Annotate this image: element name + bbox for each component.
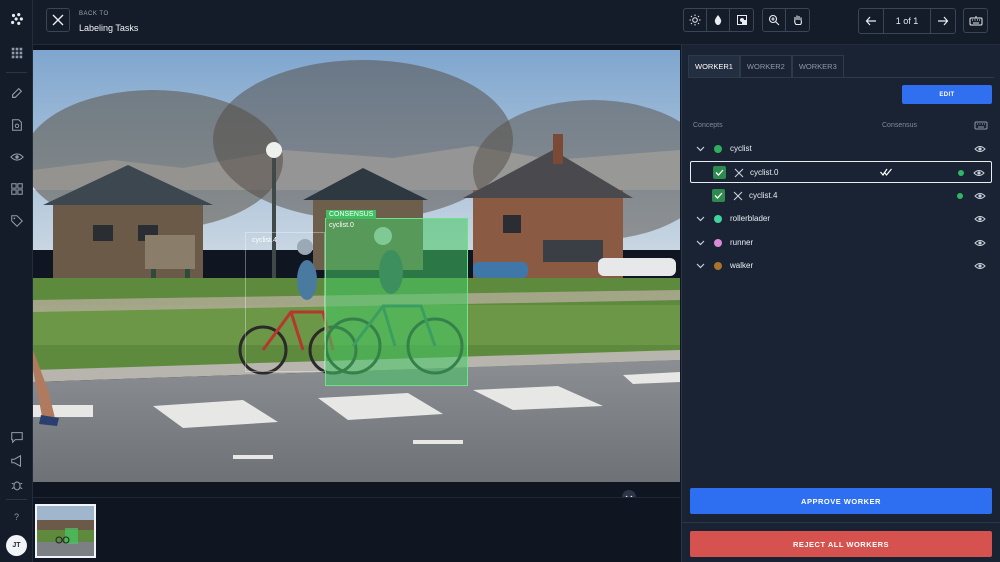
reject-instance-icon[interactable]	[733, 191, 743, 201]
keyboard-icon	[969, 15, 982, 25]
instance-checkbox[interactable]	[713, 166, 726, 179]
instance-label: cyclist.4	[749, 191, 778, 200]
apps-icon[interactable]	[8, 180, 25, 197]
arrow-left-icon	[865, 16, 876, 26]
back-to-label[interactable]: BACK TO	[79, 11, 109, 17]
image-canvas[interactable]: cyclist.4 CONSENSUS cyclist.0	[33, 50, 680, 482]
concept-label: rollerblader	[730, 214, 771, 223]
page-title[interactable]: Labeling Tasks	[79, 23, 138, 33]
grid-icon[interactable]	[8, 44, 25, 61]
zoom-button[interactable]	[763, 9, 786, 31]
reject-all-workers-button[interactable]: REJECT ALL WORKERS	[690, 531, 992, 557]
concept-row-rollerblader[interactable]: rollerblader	[690, 208, 992, 230]
page-counter: 1 of 1	[883, 9, 931, 33]
concept-label: walker	[730, 261, 754, 270]
arrow-right-icon	[938, 16, 949, 26]
tab-worker1[interactable]: WORKER1	[688, 55, 740, 77]
bug-icon[interactable]	[8, 476, 25, 493]
rail-divider	[6, 72, 27, 73]
megaphone-icon[interactable]	[8, 452, 25, 469]
edit-button[interactable]: EDIT	[902, 85, 992, 104]
eye-icon[interactable]	[8, 148, 25, 165]
edit-icon[interactable]	[8, 84, 25, 101]
concept-color-dot	[714, 145, 722, 153]
check-icon	[715, 169, 724, 176]
top-bar: BACK TO Labeling Tasks 1 of 1	[33, 0, 1000, 45]
reject-instance-icon[interactable]	[734, 168, 744, 178]
review-panel: WORKER1 WORKER2 WORKER3 EDIT Concepts Co…	[681, 45, 1000, 562]
concept-row-walker[interactable]: walker	[690, 255, 992, 277]
consensus-column-header: Consensus	[882, 122, 918, 129]
concept-row-cyclist[interactable]: cyclist	[690, 138, 992, 160]
eye-icon[interactable]	[974, 213, 986, 225]
bbox-cyclist-0[interactable]: CONSENSUS cyclist.0	[325, 210, 468, 386]
chevron-down-icon[interactable]	[696, 144, 705, 153]
instance-row-cyclist-0[interactable]: cyclist.0	[690, 161, 992, 183]
brightness-icon	[689, 14, 701, 26]
consensus-check-icon	[880, 168, 892, 177]
image-adjust-toolbar	[683, 8, 754, 32]
brightness-button[interactable]	[684, 9, 707, 31]
navigation-toolbar	[762, 8, 810, 32]
concept-label: runner	[730, 238, 754, 247]
eye-icon[interactable]	[974, 260, 986, 272]
bbox-cyclist-4[interactable]: cyclist.4	[245, 232, 325, 372]
keyboard-icon[interactable]	[974, 120, 988, 131]
document-search-icon[interactable]	[8, 116, 25, 133]
zoom-in-icon	[768, 14, 780, 26]
left-rail: ? JT	[0, 0, 33, 562]
drop-icon	[714, 15, 722, 25]
instance-row-cyclist-4[interactable]: cyclist.4	[690, 185, 992, 207]
thumbnail-image	[37, 506, 94, 556]
instance-checkbox[interactable]	[712, 189, 725, 202]
keyboard-shortcuts-button[interactable]	[963, 8, 988, 33]
help-icon[interactable]: ?	[8, 508, 25, 525]
bbox-label: cyclist.4	[252, 237, 277, 244]
contrast-icon	[736, 15, 747, 25]
tab-worker2[interactable]: WORKER2	[739, 55, 792, 77]
concept-color-dot	[714, 262, 722, 270]
concept-row-runner[interactable]: runner	[690, 232, 992, 254]
worker-tabs: WORKER1 WORKER2 WORKER3	[688, 55, 844, 77]
pan-button[interactable]	[786, 9, 809, 31]
previous-image-button[interactable]	[859, 9, 883, 33]
status-dot	[958, 170, 964, 176]
status-dot	[957, 193, 963, 199]
chevron-down-icon[interactable]	[696, 214, 705, 223]
eye-icon[interactable]	[974, 237, 986, 249]
contrast-button[interactable]	[730, 9, 753, 31]
avatar[interactable]: JT	[6, 535, 27, 556]
concept-label: cyclist	[730, 144, 752, 153]
image-thumbnail[interactable]	[35, 504, 96, 558]
next-image-button[interactable]	[931, 9, 955, 33]
chevron-down-icon[interactable]	[696, 238, 705, 247]
check-icon	[714, 192, 723, 199]
close-button[interactable]	[46, 8, 70, 32]
concept-color-dot	[714, 239, 722, 247]
hand-icon	[793, 15, 802, 26]
eye-icon[interactable]	[974, 143, 986, 155]
panel-divider	[682, 522, 1000, 523]
filmstrip	[33, 497, 680, 562]
concept-color-dot	[714, 215, 722, 223]
saturation-button[interactable]	[707, 9, 730, 31]
concepts-column-header: Concepts	[693, 122, 723, 129]
approve-worker-button[interactable]: APPROVE WORKER	[690, 488, 992, 514]
logo-icon[interactable]	[8, 10, 25, 27]
instance-label: cyclist.0	[750, 168, 779, 177]
chat-icon[interactable]	[8, 428, 25, 445]
eye-icon[interactable]	[973, 167, 985, 179]
tab-worker3[interactable]: WORKER3	[791, 55, 844, 77]
tab-underline	[688, 77, 994, 78]
rail-divider	[6, 499, 27, 500]
consensus-badge: CONSENSUS	[326, 210, 377, 219]
bbox-label: cyclist.0	[329, 222, 354, 229]
tag-icon[interactable]	[8, 212, 25, 229]
close-icon	[52, 14, 64, 26]
chevron-down-icon[interactable]	[696, 261, 705, 270]
eye-icon[interactable]	[974, 190, 986, 202]
image-pager: 1 of 1	[858, 8, 956, 34]
